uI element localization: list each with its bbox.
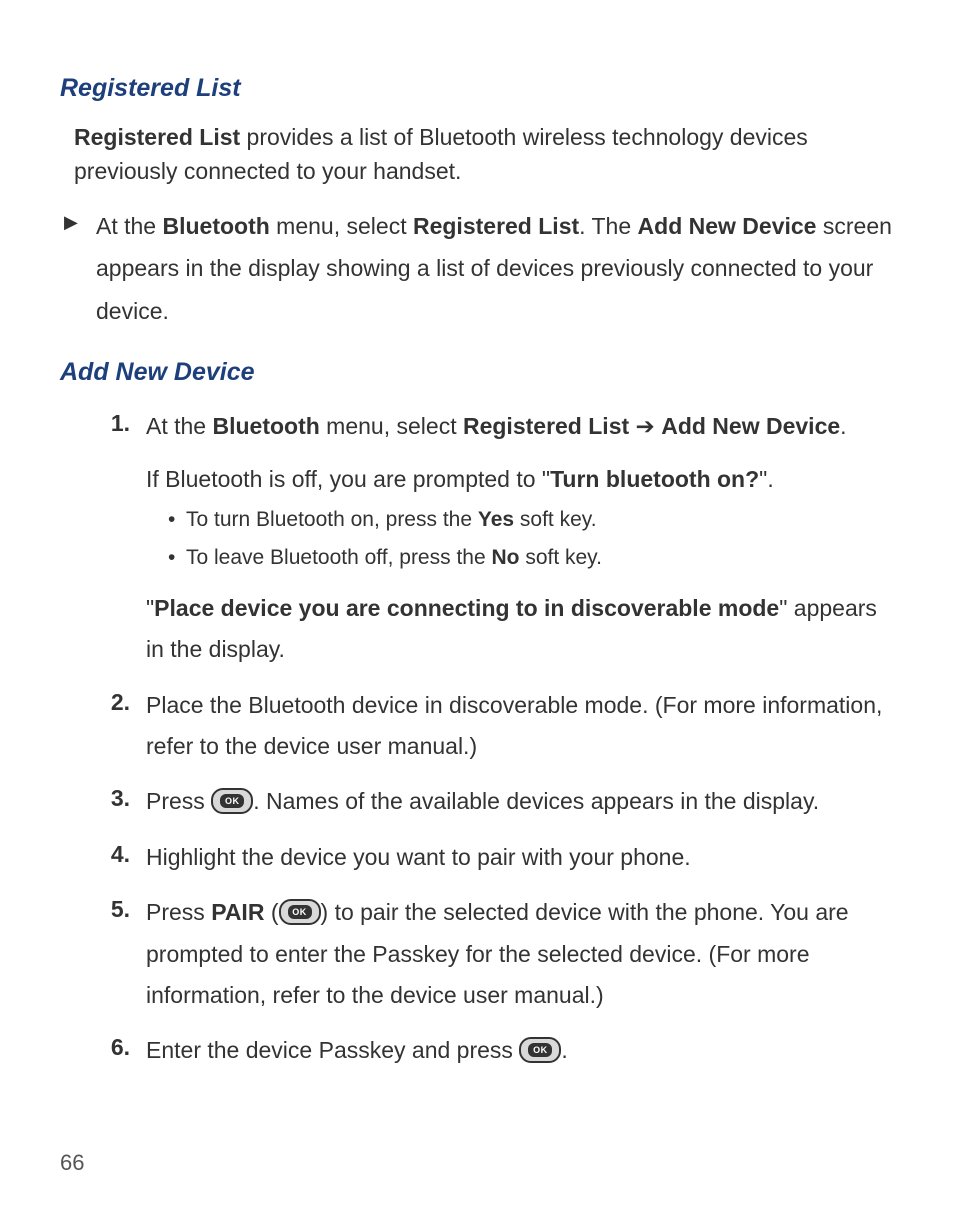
t: If Bluetooth is off, you are prompted to… — [146, 466, 550, 492]
pointer-bullet: ▶ At the Bluetooth menu, select Register… — [60, 205, 894, 333]
intro-paragraph: Registered List provides a list of Bluet… — [74, 120, 894, 189]
page-number: 66 — [60, 1146, 84, 1179]
t: Add New Device — [638, 213, 817, 239]
bullet-dot-icon: • — [168, 540, 186, 576]
t: No — [491, 546, 519, 569]
t: Turn bluetooth on? — [550, 466, 759, 492]
step-number: 1. — [84, 406, 146, 671]
t: Bluetooth — [162, 213, 269, 239]
intro-bold: Registered List — [74, 124, 240, 150]
step-body: At the Bluetooth menu, select Registered… — [146, 406, 894, 671]
t: To turn Bluetooth on, press the — [186, 508, 478, 531]
t: menu, select — [270, 213, 413, 239]
pointer-bullet-text: At the Bluetooth menu, select Registered… — [96, 205, 894, 333]
t: " — [146, 595, 154, 621]
t: PAIR — [211, 899, 264, 925]
t: Bluetooth — [212, 413, 319, 439]
step-number: 6. — [84, 1030, 146, 1071]
t: Registered List — [413, 213, 579, 239]
ok-label: OK — [528, 1043, 552, 1057]
step-number: 2. — [84, 685, 146, 768]
ok-label: OK — [220, 794, 244, 808]
step-2: 2. Place the Bluetooth device in discove… — [84, 685, 894, 768]
t: . Names of the available devices appears… — [253, 788, 819, 814]
step-6: 6. Enter the device Passkey and press OK… — [84, 1030, 894, 1071]
heading-add-new-device: Add New Device — [60, 354, 894, 392]
t: At the — [96, 213, 162, 239]
ok-label: OK — [288, 905, 312, 919]
step-body: Enter the device Passkey and press OK. — [146, 1030, 894, 1071]
ok-button-icon: OK — [519, 1037, 561, 1063]
t: Press — [146, 899, 211, 925]
t: ( — [264, 899, 278, 925]
step-number: 3. — [84, 781, 146, 822]
step-body: Press OK . Names of the available devices… — [146, 781, 894, 822]
step-body: Highlight the device you want to pair wi… — [146, 837, 894, 878]
triangle-icon: ▶ — [60, 205, 96, 333]
t: . The — [579, 213, 637, 239]
t: soft key. — [514, 508, 596, 531]
t: At the — [146, 413, 212, 439]
t: . — [561, 1037, 567, 1063]
sub-bullet-no: • To leave Bluetooth off, press the No s… — [168, 540, 894, 576]
step-5: 5. Press PAIR (OK) to pair the selected … — [84, 892, 894, 1016]
step-body: Place the Bluetooth device in discoverab… — [146, 685, 894, 768]
step-number: 4. — [84, 837, 146, 878]
heading-registered-list: Registered List — [60, 70, 894, 108]
t: ) — [321, 899, 335, 925]
step-number: 5. — [84, 892, 146, 1016]
bullet-dot-icon: • — [168, 502, 186, 538]
t: soft key. — [519, 546, 601, 569]
arrow-glyph: ➔ — [629, 413, 661, 439]
step-3: 3. Press OK . Names of the available devi… — [84, 781, 894, 822]
t: Registered List — [463, 413, 629, 439]
step-4: 4. Highlight the device you want to pair… — [84, 837, 894, 878]
t: . — [840, 413, 846, 439]
t: Place device you are connecting to in di… — [154, 595, 779, 621]
t: To leave Bluetooth off, press the — [186, 546, 491, 569]
t: ". — [759, 466, 774, 492]
t: menu, select — [320, 413, 463, 439]
t: Add New Device — [661, 413, 840, 439]
step-1: 1. At the Bluetooth menu, select Registe… — [84, 406, 894, 671]
ok-button-icon: OK — [279, 899, 321, 925]
ok-button-icon: OK — [211, 788, 253, 814]
sub-bullet-yes: • To turn Bluetooth on, press the Yes so… — [168, 502, 894, 538]
t: Enter the device Passkey and press — [146, 1037, 519, 1063]
step-body: Press PAIR (OK) to pair the selected dev… — [146, 892, 894, 1016]
t: Press — [146, 788, 211, 814]
t: Yes — [478, 508, 514, 531]
